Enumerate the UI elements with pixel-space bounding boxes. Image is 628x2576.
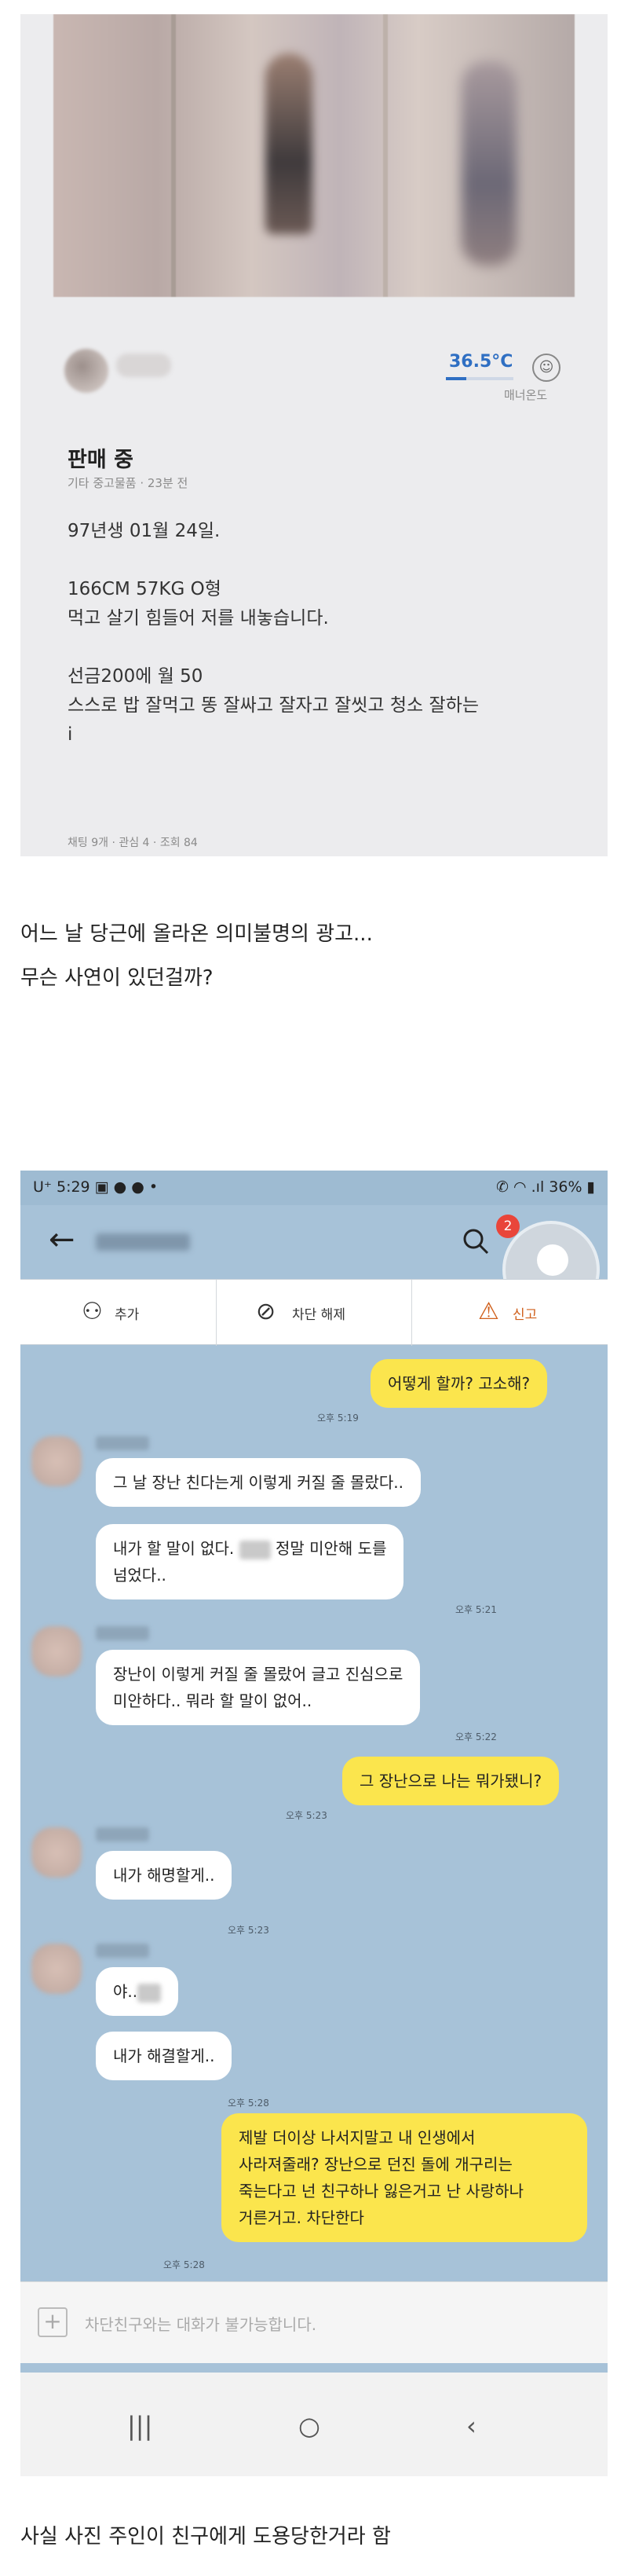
message-received: 그 날 장난 친다는게 이렇게 커질 줄 몰랐다.. (96, 1458, 422, 1507)
listing-stats: 채팅 9개 · 관심 4 · 조회 84 (68, 837, 198, 849)
chat-screenshot: U⁺ 5:29 ▣ ● ● • ✆ ◠ .ıl 36% ▮ ← 2 ⚇ 추가 ⊘… (20, 1171, 608, 2476)
message-sent: 어떻게 할까? 고소해? (371, 1359, 548, 1408)
status-right: ✆ ◠ .ıl 36% ▮ (496, 1178, 595, 1196)
sender-avatar-blurred (31, 1626, 82, 1676)
chat-header: ← 2 (20, 1205, 608, 1318)
smile-face-icon: ☺ (532, 354, 560, 382)
sender-name-blurred (96, 1944, 149, 1958)
message-time: 오후 5:23 (228, 1925, 269, 1936)
desc-line: i (68, 724, 73, 745)
listing-description: 97년생 01월 24일. 166CM 57KG O형 먹고 살기 힘들어 저를… (68, 517, 479, 749)
desc-line: 먹고 살기 힘들어 저를 내놓습니다. (68, 608, 329, 628)
message-time: 오후 5:21 (455, 1604, 497, 1615)
status-bar: U⁺ 5:29 ▣ ● ● • ✆ ◠ .ıl 36% ▮ (20, 1171, 608, 1205)
manner-temperature: 36.5°C (449, 352, 513, 372)
sale-status: 판매 중 (68, 448, 133, 472)
manner-temperature-bar (446, 377, 513, 380)
sender-name-blurred (96, 1827, 149, 1841)
message-input-bar: + 차단친구와는 대화가 불가능합니다. (20, 2281, 608, 2363)
manner-label: 매너온도 (504, 388, 548, 402)
unblock-button[interactable]: ⊘ 차단 해제 (216, 1280, 411, 1346)
caption-3: 사실 사진 주인이 친구에게 도용당한거라 함 (20, 2525, 391, 2549)
back-arrow-icon[interactable]: ← (49, 1224, 75, 1255)
back-button[interactable]: ‹ (466, 2410, 476, 2442)
chat-title-blurred (96, 1233, 190, 1251)
seller-profile-row: 36.5°C ☺ 매너온도 (64, 343, 575, 413)
message-time: 오후 5:23 (286, 1810, 327, 1821)
action-bar: ⚇ 추가 ⊘ 차단 해제 ⚠ 신고 (20, 1279, 608, 1346)
sender-avatar-blurred (31, 1436, 82, 1486)
desc-line: 선금200에 월 50 (68, 666, 203, 687)
sender-avatar-blurred (31, 1944, 82, 1994)
blocked-input-placeholder: 차단친구와는 대화가 불가능합니다. (85, 2315, 317, 2334)
desc-line (68, 633, 479, 662)
caption-1: 어느 날 당근에 올라온 의미불명의 광고... (20, 922, 373, 946)
message-sent: 제발 더이상 나서지말고 내 인생에서 사라져줄래? 장난으로 던진 돌에 개구… (221, 2113, 587, 2242)
sender-avatar-blurred (31, 1827, 82, 1878)
message-sent: 그 장난으로 나는 뭐가됐니? (342, 1757, 560, 1805)
search-icon[interactable] (460, 1226, 491, 1257)
desc-line: 97년생 01월 24일. (68, 521, 221, 541)
home-button[interactable]: ○ (298, 2410, 320, 2442)
desc-line (68, 546, 479, 575)
report-button[interactable]: ⚠ 신고 (411, 1280, 607, 1346)
recent-apps-button[interactable]: ||| (127, 2410, 152, 2442)
sender-name-blurred (96, 1626, 149, 1640)
seller-avatar-blurred (64, 349, 108, 393)
message-received: 장난이 이렇게 커질 줄 몰랐어 글고 진심으로 미안하다.. 뭐라 할 말이 … (96, 1650, 421, 1725)
listing-photo: 36.5°C ☺ 매너온도 판매 중 기타 중고물품 · 23분 전 97년생 … (20, 14, 608, 856)
plus-icon: + (38, 2307, 68, 2337)
system-nav-bar: ||| ○ ‹ (20, 2373, 608, 2476)
listing-image-blurred (53, 14, 575, 297)
message-time: 오후 5:19 (317, 1413, 359, 1424)
desc-line: 스스로 밥 잘먹고 똥 잘싸고 잘자고 잘씻고 청소 잘하는 (68, 695, 480, 716)
siren-icon: ⚠ (478, 1298, 499, 1325)
add-friend-button[interactable]: ⚇ 추가 (20, 1280, 216, 1346)
sender-name-blurred (96, 1436, 149, 1450)
message-time: 오후 5:22 (455, 1731, 497, 1742)
caption-2: 무슨 사연이 있던걸까? (20, 966, 214, 990)
message-time: 오후 5:28 (163, 2259, 205, 2270)
redacted-name (239, 1540, 271, 1559)
desc-line: 166CM 57KG O형 (68, 579, 221, 599)
block-icon: ⊘ (256, 1298, 276, 1325)
message-received: 내가 할 말이 없다. 정말 미안해 도를 넘었다.. (96, 1524, 404, 1599)
message-time: 오후 5:28 (228, 2098, 269, 2109)
message-received: 내가 해명할게.. (96, 1851, 232, 1900)
message-received: 내가 해결할게.. (96, 2032, 232, 2080)
listing-meta: 기타 중고물품 · 23분 전 (68, 476, 188, 490)
notification-badge: 2 (496, 1215, 520, 1238)
redacted-name (137, 1983, 162, 2003)
message-received: 야.. (96, 1967, 179, 2016)
status-left: U⁺ 5:29 ▣ ● ● • (33, 1178, 159, 1196)
seller-name-blurred (116, 354, 171, 377)
add-friend-icon: ⚇ (82, 1298, 103, 1325)
